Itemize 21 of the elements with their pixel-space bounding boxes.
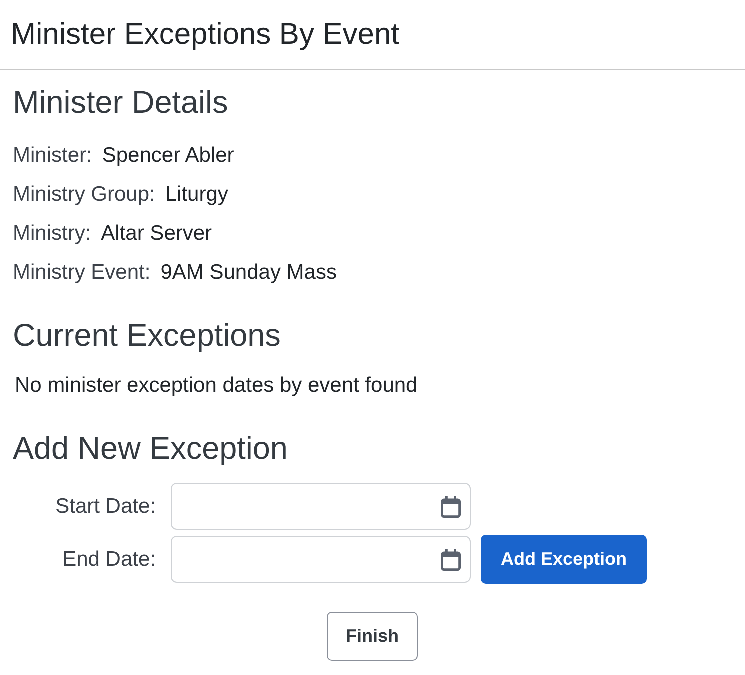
detail-label: Ministry Group: xyxy=(13,182,156,206)
page-title: Minister Exceptions By Event xyxy=(11,16,400,52)
date-input-field[interactable] xyxy=(171,483,471,530)
calendar-icon[interactable] xyxy=(441,548,461,570)
detail-label: Ministry Event: xyxy=(13,260,151,284)
detail-label: Minister: xyxy=(13,144,92,168)
section-heading: Current Exceptions xyxy=(13,316,282,354)
empty-message: No minister exception dates by event found xyxy=(15,374,419,398)
section-heading: Minister Details xyxy=(13,83,230,121)
detail-value: Liturgy xyxy=(165,182,228,206)
detail-value: Spencer Abler xyxy=(102,144,234,168)
field-label: End Date: xyxy=(62,548,156,572)
detail-label: Ministry: xyxy=(13,222,92,246)
calendar-icon[interactable] xyxy=(441,496,461,518)
add-exception-button[interactable]: Add Exception xyxy=(481,535,647,584)
date-input-field[interactable] xyxy=(171,536,471,583)
finish-button[interactable]: Finish xyxy=(327,612,418,661)
section-heading: Add New Exception xyxy=(13,429,289,467)
detail-value: Altar Server xyxy=(101,222,212,246)
field-label: Start Date: xyxy=(54,494,156,518)
detail-value: 9AM Sunday Mass xyxy=(160,260,337,284)
